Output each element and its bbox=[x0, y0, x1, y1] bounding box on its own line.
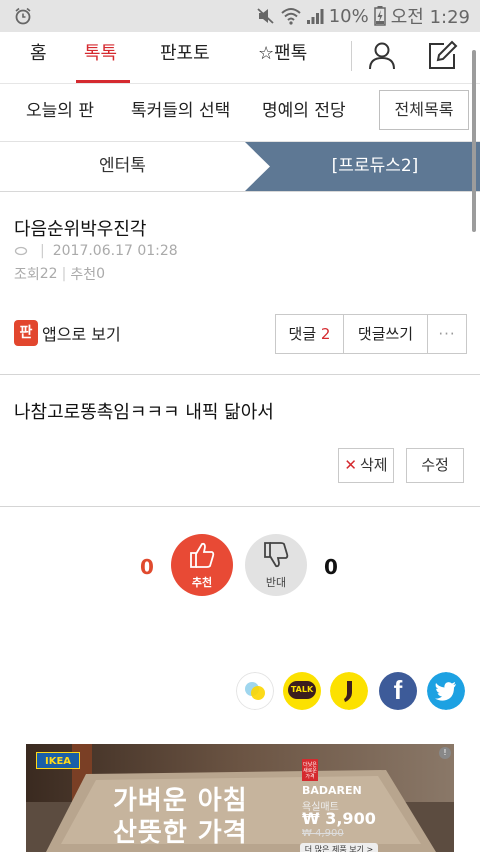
comment-actions: 댓글 2 댓글쓰기 ··· bbox=[275, 314, 467, 354]
recommend-label: 추천 bbox=[70, 267, 97, 283]
comments-label: 댓글 bbox=[288, 325, 317, 343]
status-bar: 10% 오전 1:29 bbox=[0, 0, 480, 32]
alarm-icon bbox=[15, 7, 31, 25]
post-date: 2017.06.17 01:28 bbox=[52, 243, 178, 259]
divider bbox=[0, 506, 480, 507]
ad-price-tag: 더낮은 새로운 가격 bbox=[302, 759, 318, 781]
tab-home[interactable]: 홈 bbox=[30, 32, 47, 84]
kakao-channel-icon[interactable] bbox=[330, 672, 368, 710]
post-meta-stats: 조회 22 | 추천 0 bbox=[14, 264, 105, 284]
post-title: 다음순위박우진각 bbox=[14, 219, 147, 240]
meta-separator: | bbox=[61, 266, 67, 282]
tab-fantok[interactable]: ☆팬톡 bbox=[258, 32, 307, 84]
kakaotalk-bubble: TALK bbox=[288, 681, 316, 699]
pann-app-icon: 판 bbox=[14, 320, 38, 346]
category-enter[interactable]: 엔터톡 bbox=[0, 142, 245, 190]
oppose-button[interactable]: 반대 bbox=[245, 534, 307, 596]
tab-panphoto[interactable]: 판포토 bbox=[160, 32, 210, 84]
thumbs-down-icon bbox=[264, 542, 289, 568]
scrollbar[interactable] bbox=[472, 50, 476, 232]
more-button[interactable]: ··· bbox=[428, 315, 466, 353]
ad-more-button[interactable]: 더 많은 제품 보기 > bbox=[300, 843, 378, 852]
wifi-icon bbox=[281, 8, 301, 25]
write-comment-button[interactable]: 댓글쓰기 bbox=[344, 315, 428, 353]
app-view-link[interactable]: 판 앱으로 보기 bbox=[14, 320, 121, 346]
battery-percent: 10% bbox=[328, 5, 369, 27]
oppose-label: 반대 bbox=[265, 576, 287, 589]
twitter-icon[interactable] bbox=[427, 672, 465, 710]
kakaostory-icon[interactable] bbox=[236, 672, 274, 710]
delete-x-icon: ✕ bbox=[344, 456, 357, 474]
clock: 오전 1:29 bbox=[390, 7, 470, 28]
mute-icon bbox=[257, 8, 274, 24]
comments-button[interactable]: 댓글 2 bbox=[276, 315, 344, 353]
comments-count: 2 bbox=[320, 325, 331, 343]
recommend-vote-count: 0 bbox=[140, 555, 154, 579]
post-meta-date: | 2017.06.17 01:28 bbox=[14, 242, 178, 260]
ad-info-icon[interactable]: ! bbox=[439, 747, 451, 759]
recommend-button[interactable]: 추천 bbox=[171, 534, 233, 596]
ad-old-price: ₩ 4,900 bbox=[302, 828, 344, 839]
kakaotalk-icon[interactable]: TALK bbox=[283, 672, 321, 710]
subnav-tokker-choice[interactable]: 톡커들의 선택 bbox=[131, 84, 230, 138]
app-view-label: 앱으로 보기 bbox=[42, 325, 121, 344]
write-icon[interactable] bbox=[424, 38, 460, 74]
sub-nav: 오늘의 판 톡커들의 선택 명예의 전당 전체목록 bbox=[0, 84, 480, 142]
nav-divider bbox=[351, 41, 352, 71]
author-hidden-icon bbox=[14, 246, 28, 256]
subnav-hall-of-fame[interactable]: 명예의 전당 bbox=[262, 84, 346, 138]
ad-product-brand: BADAREN bbox=[302, 784, 362, 797]
top-nav: 홈 톡톡 판포토 ☆팬톡 bbox=[0, 32, 480, 84]
tab-toktok[interactable]: 톡톡 bbox=[84, 32, 117, 84]
post-body: 나참고로똥촉임ㅋㅋㅋ 내픽 닮아서 bbox=[14, 402, 274, 423]
ikea-logo: IKEA bbox=[36, 752, 80, 769]
edit-button[interactable]: 수정 bbox=[406, 448, 464, 483]
subnav-today[interactable]: 오늘의 판 bbox=[26, 84, 94, 138]
delete-label: 삭제 bbox=[359, 456, 388, 474]
active-tab-indicator bbox=[76, 80, 130, 83]
meta-separator: | bbox=[40, 243, 45, 259]
views-label: 조회 bbox=[14, 267, 40, 283]
ad-price: ₩ 3,900 bbox=[302, 809, 376, 828]
recommend-label: 추천 bbox=[191, 576, 213, 589]
profile-icon[interactable] bbox=[364, 38, 400, 74]
facebook-icon[interactable]: f bbox=[379, 672, 417, 710]
divider bbox=[0, 374, 480, 375]
views-count: 22 bbox=[39, 266, 58, 282]
all-list-button[interactable]: 전체목록 bbox=[379, 90, 469, 130]
ad-banner[interactable]: IKEA 가벼운 아침 산뜻한 가격 더낮은 새로운 가격 BADAREN 욕실… bbox=[26, 744, 454, 852]
oppose-vote-count: 0 bbox=[324, 555, 338, 579]
thumbs-up-icon bbox=[190, 542, 215, 568]
recommend-count: 0 bbox=[96, 266, 105, 282]
battery-charging-icon bbox=[373, 6, 386, 26]
category-produce[interactable]: [프로듀스2] bbox=[270, 142, 480, 190]
facebook-f: f bbox=[393, 675, 403, 705]
signal-icon bbox=[306, 9, 324, 24]
ad-headline-2: 산뜻한 가격 bbox=[113, 818, 248, 848]
delete-button[interactable]: ✕ 삭제 bbox=[338, 448, 394, 483]
category-bar: 엔터톡 [프로듀스2] bbox=[0, 142, 480, 192]
